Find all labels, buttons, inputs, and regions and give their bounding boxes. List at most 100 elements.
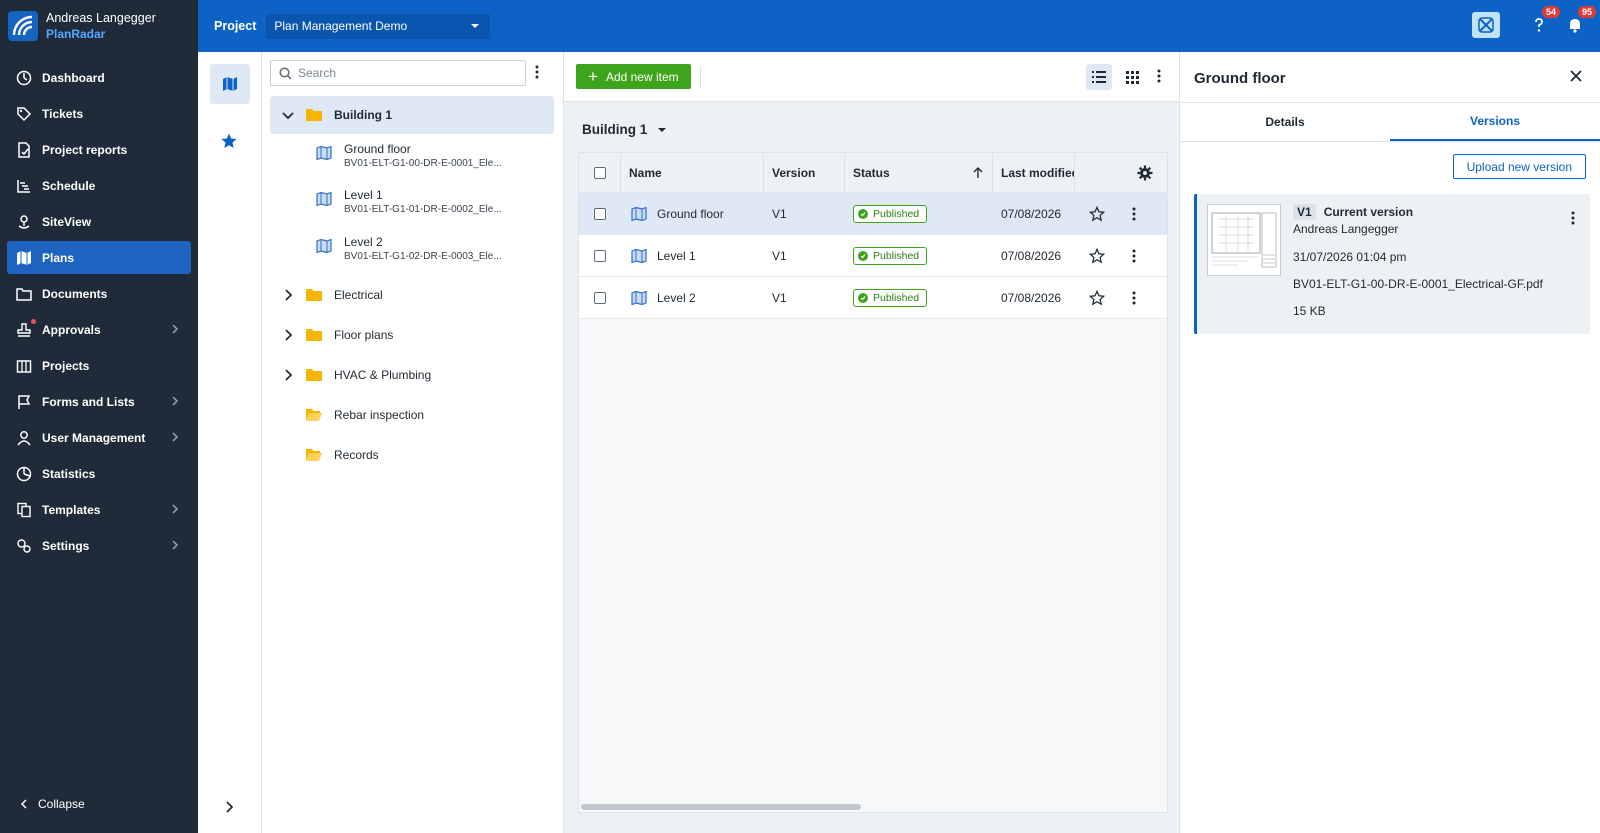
sidebar-item-forms-and-lists[interactable]: Forms and Lists bbox=[7, 385, 191, 418]
search-input[interactable] bbox=[298, 66, 498, 80]
help-button[interactable]: 54 bbox=[1528, 6, 1560, 36]
chevron-right-icon bbox=[172, 396, 179, 406]
folder-icon bbox=[16, 286, 32, 302]
notifications-badge: 95 bbox=[1577, 6, 1596, 18]
tree-folder-rebar-inspection[interactable]: Rebar inspection bbox=[270, 400, 554, 430]
row-menu-button[interactable] bbox=[1131, 277, 1137, 319]
table-row[interactable]: Level 1 V1 Published 07/08/2026 bbox=[579, 235, 1167, 277]
kebab-icon bbox=[1132, 207, 1136, 221]
sidebar-item-projects[interactable]: Projects bbox=[7, 349, 191, 382]
row-menu-button[interactable] bbox=[1131, 235, 1137, 277]
flag-icon bbox=[16, 394, 32, 410]
tree-plan-ground-floor[interactable]: Ground floor BV01-ELT-G1-00-DR-E-0001_El… bbox=[316, 142, 502, 171]
column-header-name[interactable]: Name bbox=[621, 153, 764, 193]
chevron-right-icon[interactable] bbox=[280, 288, 296, 302]
map-icon bbox=[16, 250, 32, 266]
map-icon bbox=[631, 207, 647, 221]
sidebar-item-plans[interactable]: Plans bbox=[7, 241, 191, 274]
select-all-checkbox[interactable] bbox=[593, 167, 606, 179]
expand-panel-button[interactable] bbox=[222, 800, 236, 817]
column-settings[interactable] bbox=[1075, 153, 1167, 193]
sidebar-item-schedule[interactable]: Schedule bbox=[7, 169, 191, 202]
plan-thumbnail[interactable] bbox=[1207, 204, 1281, 276]
grid-view-button[interactable] bbox=[1119, 64, 1145, 90]
folder-icon bbox=[306, 328, 322, 342]
favorite-button[interactable] bbox=[1089, 235, 1105, 277]
plans-tree-button[interactable] bbox=[210, 64, 250, 104]
toolbar-menu-button[interactable] bbox=[1156, 68, 1162, 87]
gear-icon bbox=[16, 538, 32, 554]
tree-folder-electrical[interactable]: Electrical bbox=[270, 280, 554, 310]
tree-folder-floor-plans[interactable]: Floor plans bbox=[270, 320, 554, 350]
plan-view-switcher bbox=[198, 52, 262, 833]
sidebar-item-label: Project reports bbox=[42, 142, 128, 157]
collapse-label: Collapse bbox=[38, 797, 85, 811]
breadcrumb[interactable]: Building 1 bbox=[582, 122, 667, 137]
notifications-button[interactable]: 95 bbox=[1564, 6, 1596, 36]
panel-tabs: Details Versions bbox=[1180, 102, 1600, 142]
project-select[interactable]: Plan Management Demo bbox=[266, 13, 491, 39]
sort-ascending-icon[interactable] bbox=[972, 167, 984, 179]
sidebar-item-settings[interactable]: Settings bbox=[7, 529, 191, 562]
version-card[interactable]: V1 Current version Andreas Langegger 31/… bbox=[1194, 194, 1590, 334]
sidebar-item-documents[interactable]: Documents bbox=[7, 277, 191, 310]
row-checkbox[interactable] bbox=[594, 250, 606, 262]
pie-icon bbox=[16, 466, 32, 482]
brand-user: Andreas Langegger bbox=[46, 11, 156, 25]
chevron-right-icon[interactable] bbox=[280, 368, 296, 382]
sidebar-item-user-management[interactable]: User Management bbox=[7, 421, 191, 454]
favorites-button[interactable] bbox=[220, 132, 238, 153]
sidebar-item-tickets[interactable]: Tickets bbox=[7, 97, 191, 130]
brand[interactable]: Andreas Langegger PlanRadar bbox=[0, 0, 198, 52]
horizontal-scrollbar[interactable] bbox=[581, 804, 861, 810]
add-new-item-button[interactable]: + Add new item bbox=[576, 64, 691, 89]
sidebar-item-siteview[interactable]: SiteView bbox=[7, 205, 191, 238]
app-switcher-button[interactable] bbox=[1472, 12, 1500, 38]
tree-folder-label: Building 1 bbox=[334, 108, 392, 122]
favorite-button[interactable] bbox=[1089, 193, 1105, 235]
tree-folder-label: Rebar inspection bbox=[334, 408, 425, 422]
folder-open-icon bbox=[306, 408, 322, 422]
tree-folder-records[interactable]: Records bbox=[270, 440, 554, 470]
sidebar-item-statistics[interactable]: Statistics bbox=[7, 457, 191, 490]
tree-folder-hvac-plumbing[interactable]: HVAC & Plumbing bbox=[270, 360, 554, 390]
chevron-right-icon[interactable] bbox=[280, 328, 296, 342]
table-row[interactable]: Ground floor V1 Published 07/08/2026 bbox=[579, 193, 1167, 235]
row-menu-button[interactable] bbox=[1131, 193, 1137, 235]
sidebar-item-templates[interactable]: Templates bbox=[7, 493, 191, 526]
sidebar-item-label: User Management bbox=[42, 430, 146, 445]
table-row[interactable]: Level 2 V1 Published 07/08/2026 bbox=[579, 277, 1167, 319]
sidebar-item-label: Projects bbox=[42, 358, 90, 373]
sidebar-item-approvals[interactable]: Approvals bbox=[7, 313, 191, 346]
row-checkbox[interactable] bbox=[594, 208, 606, 220]
star-icon bbox=[221, 133, 237, 148]
list-view-button[interactable] bbox=[1086, 64, 1112, 90]
header-select-all bbox=[579, 153, 621, 193]
tree-folder-building-1[interactable]: Building 1 bbox=[270, 96, 554, 134]
column-header-last-modified[interactable]: Last modified bbox=[993, 153, 1075, 193]
project-select-value: Plan Management Demo bbox=[274, 19, 408, 33]
tab-details[interactable]: Details bbox=[1180, 103, 1390, 141]
version-tag: V1 bbox=[1293, 204, 1316, 220]
close-button[interactable] bbox=[1570, 70, 1582, 85]
tree-plan-level-1[interactable]: Level 1 BV01-ELT-G1-01-DR-E-0002_Ele... bbox=[316, 188, 502, 217]
column-header-status[interactable]: Status bbox=[845, 153, 993, 193]
chevron-down-icon[interactable] bbox=[280, 108, 296, 122]
favorite-button[interactable] bbox=[1089, 277, 1105, 319]
collapse-button[interactable]: Collapse bbox=[18, 797, 85, 811]
star-outline-icon bbox=[1089, 248, 1105, 264]
row-checkbox[interactable] bbox=[594, 292, 606, 304]
tree-menu-button[interactable] bbox=[534, 64, 540, 83]
column-header-version[interactable]: Version bbox=[764, 153, 845, 193]
tab-versions[interactable]: Versions bbox=[1390, 103, 1600, 141]
kebab-icon bbox=[1132, 249, 1136, 263]
tree-plan-level-2[interactable]: Level 2 BV01-ELT-G1-02-DR-E-0003_Ele... bbox=[316, 235, 502, 264]
sidebar-item-dashboard[interactable]: Dashboard bbox=[7, 61, 191, 94]
tree-folder-label: Electrical bbox=[334, 288, 383, 302]
sidebar-item-label: Templates bbox=[42, 502, 101, 517]
sidebar-item-label: Settings bbox=[42, 538, 90, 553]
sidebar-item-project-reports[interactable]: Project reports bbox=[7, 133, 191, 166]
version-menu-button[interactable] bbox=[1570, 210, 1576, 229]
search-icon bbox=[279, 66, 292, 80]
upload-new-version-button[interactable]: Upload new version bbox=[1452, 154, 1586, 179]
